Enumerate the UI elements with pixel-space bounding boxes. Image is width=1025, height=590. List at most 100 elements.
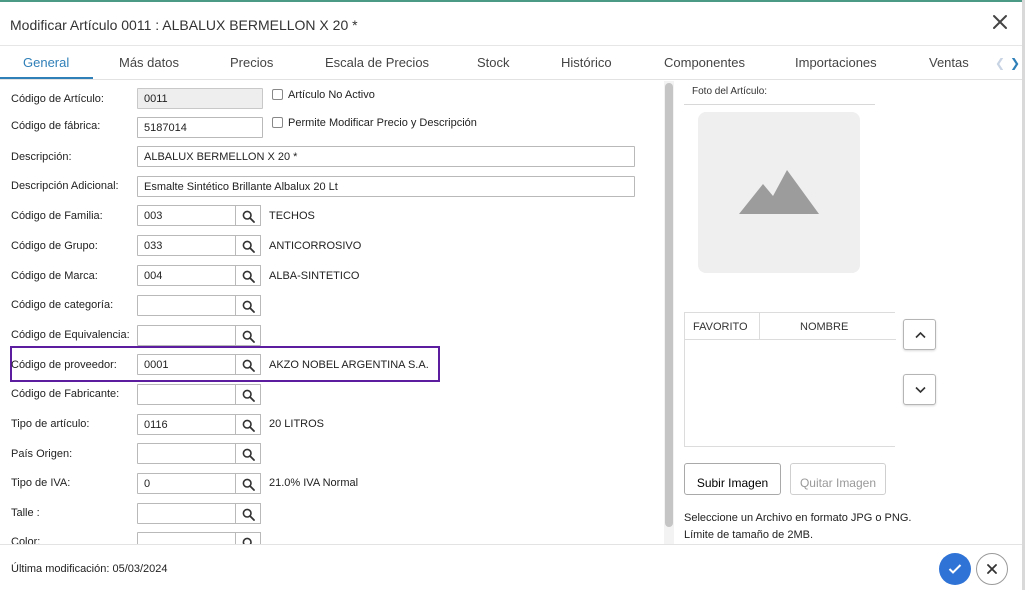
talle-search-button[interactable]	[235, 503, 261, 524]
search-icon	[242, 508, 255, 521]
dialog-title: Modificar Artículo 0011 : ALBALUX BERMEL…	[10, 17, 358, 33]
subir-imagen-button[interactable]: Subir Imagen	[684, 463, 781, 495]
quitar-imagen-button[interactable]: Quitar Imagen	[790, 463, 886, 495]
pais-origen-input[interactable]	[137, 443, 236, 464]
check-icon	[948, 564, 962, 574]
grupo-search-button[interactable]	[235, 235, 261, 256]
tabs-prev-arrow-icon[interactable]: ❮	[995, 56, 1005, 70]
articulo-no-activo-label: Artículo No Activo	[288, 89, 375, 101]
codigo-articulo-input: 0011	[137, 88, 263, 109]
image-placeholder-icon	[739, 170, 819, 214]
marca-input[interactable]: 004	[137, 265, 236, 286]
dialog-header: Modificar Artículo 0011 : ALBALUX BERMEL…	[0, 2, 1022, 46]
grupo-description: ANTICORROSIVO	[269, 240, 362, 252]
tab-bar: General Más datos Precios Escala de Prec…	[0, 46, 1022, 80]
confirm-button[interactable]	[939, 553, 971, 585]
pais-origen-search-button[interactable]	[235, 443, 261, 464]
articulo-no-activo-checkbox[interactable]	[272, 89, 283, 100]
tipo-iva-input[interactable]: 0	[137, 473, 236, 494]
tab-mas-datos[interactable]: Más datos	[119, 55, 179, 70]
categoria-input[interactable]	[137, 295, 236, 316]
fabricante-input[interactable]	[137, 384, 236, 405]
images-table: FAVORITO NOMBRE	[684, 312, 896, 447]
column-separator	[759, 313, 760, 340]
foto-label: Foto del Artículo:	[684, 83, 875, 105]
descripcion-adicional-label: Descripción Adicional:	[11, 180, 119, 192]
favorito-column-header[interactable]: FAVORITO	[693, 321, 748, 333]
tab-precios[interactable]: Precios	[230, 55, 273, 70]
tab-componentes[interactable]: Componentes	[664, 55, 745, 70]
tab-historico[interactable]: Histórico	[561, 55, 612, 70]
photo-panel: Foto del Artículo: FAVORITO NOMBRE Subir…	[678, 81, 1022, 544]
permite-modificar-checkbox[interactable]	[272, 117, 283, 128]
categoria-search-button[interactable]	[235, 295, 261, 316]
proveedor-description: AKZO NOBEL ARGENTINA S.A.	[269, 359, 429, 371]
familia-search-button[interactable]	[235, 205, 261, 226]
familia-input[interactable]: 003	[137, 205, 236, 226]
color-search-button[interactable]	[235, 532, 261, 544]
equivalencia-input[interactable]	[137, 325, 236, 346]
proveedor-search-button[interactable]	[235, 354, 261, 375]
tab-general[interactable]: General	[23, 55, 69, 70]
images-table-header: FAVORITO NOMBRE	[685, 313, 896, 340]
tab-stock[interactable]: Stock	[477, 55, 510, 70]
familia-label: Código de Familia:	[11, 210, 103, 222]
search-icon	[242, 537, 252, 544]
cancel-button[interactable]	[976, 553, 1008, 585]
codigo-articulo-label: Código de Artículo:	[11, 93, 104, 105]
close-icon	[987, 564, 997, 574]
descripcion-adicional-input[interactable]: Esmalte Sintético Brillante Albalux 20 L…	[137, 176, 635, 197]
search-icon	[242, 389, 255, 402]
format-hint: Seleccione un Archivo en formato JPG o P…	[684, 512, 912, 524]
close-icon[interactable]	[990, 12, 1010, 32]
search-icon	[242, 210, 255, 223]
general-form: Código de Artículo: 0011 Artículo No Act…	[0, 81, 662, 544]
search-icon	[242, 359, 255, 372]
marca-label: Código de Marca:	[11, 270, 98, 282]
form-scrollbar[interactable]	[664, 81, 674, 544]
grupo-input[interactable]: 033	[137, 235, 236, 256]
descripcion-input[interactable]: ALBALUX BERMELLON X 20 *	[137, 146, 635, 167]
equivalencia-label: Código de Equivalencia:	[11, 329, 130, 341]
marca-search-button[interactable]	[235, 265, 261, 286]
color-input[interactable]	[137, 532, 236, 544]
tipo-iva-search-button[interactable]	[235, 473, 261, 494]
chevron-up-icon	[915, 331, 926, 339]
search-icon	[242, 478, 255, 491]
permite-modificar-label: Permite Modificar Precio y Descripción	[288, 117, 477, 129]
last-modified-text: Última modificación: 05/03/2024	[11, 563, 168, 575]
marca-description: ALBA-SINTETICO	[269, 270, 360, 282]
dialog-footer: Última modificación: 05/03/2024	[0, 544, 1022, 590]
familia-description: TECHOS	[269, 210, 315, 222]
fabricante-search-button[interactable]	[235, 384, 261, 405]
search-icon	[242, 448, 255, 461]
descripcion-label: Descripción:	[11, 151, 72, 163]
size-hint: Límite de tamaño de 2MB.	[684, 529, 814, 541]
talle-input[interactable]	[137, 503, 236, 524]
tipo-iva-label: Tipo de IVA:	[11, 477, 71, 489]
photo-placeholder	[698, 112, 860, 273]
search-icon	[242, 240, 255, 253]
chevron-down-icon	[915, 386, 926, 394]
tabs-next-arrow-icon[interactable]: ❯	[1010, 56, 1020, 70]
tipo-articulo-input[interactable]: 0116	[137, 414, 236, 435]
tipo-iva-description: 21.0% IVA Normal	[269, 477, 359, 489]
proveedor-input[interactable]: 0001	[137, 354, 236, 375]
proveedor-label: Código de proveedor:	[11, 359, 117, 371]
tipo-articulo-description: 20 LITROS	[269, 418, 325, 430]
move-down-button[interactable]	[903, 374, 936, 405]
equivalencia-search-button[interactable]	[235, 325, 261, 346]
tab-ventas[interactable]: Ventas	[929, 55, 969, 70]
active-tab-indicator	[0, 77, 93, 79]
categoria-label: Código de categoría:	[11, 299, 114, 311]
search-icon	[242, 300, 255, 313]
nombre-column-header[interactable]: NOMBRE	[800, 321, 848, 333]
tab-importaciones[interactable]: Importaciones	[795, 55, 877, 70]
search-icon	[242, 419, 255, 432]
form-scrollbar-thumb[interactable]	[665, 83, 673, 527]
tipo-articulo-label: Tipo de artículo:	[11, 418, 90, 430]
tipo-articulo-search-button[interactable]	[235, 414, 261, 435]
move-up-button[interactable]	[903, 319, 936, 350]
codigo-fabrica-input[interactable]: 5187014	[137, 117, 263, 138]
tab-escala-precios[interactable]: Escala de Precios	[325, 55, 429, 70]
